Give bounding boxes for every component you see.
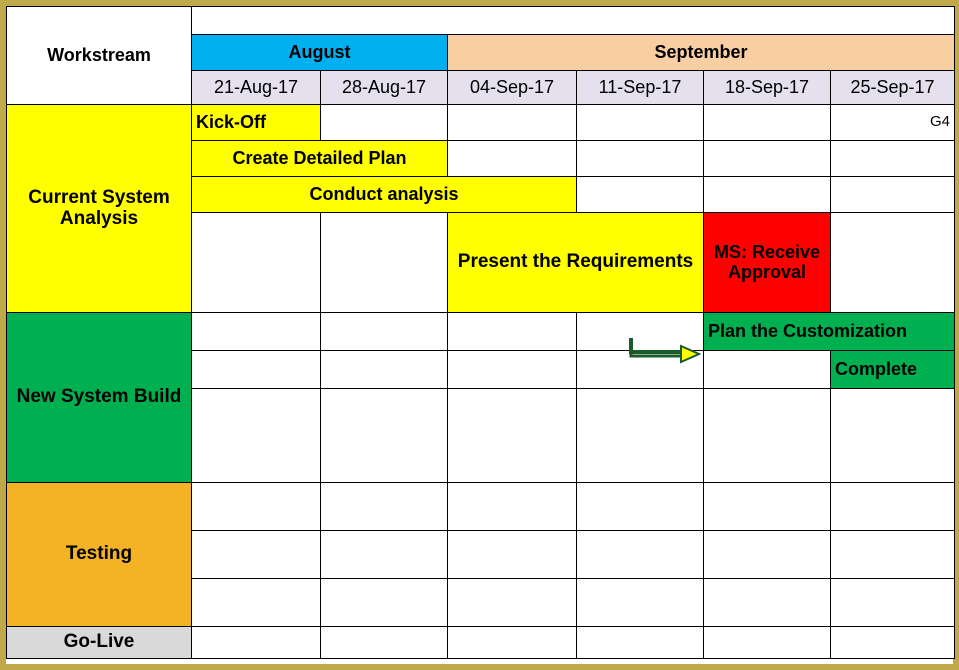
cell-gl-c6 <box>831 641 954 645</box>
cell-t1-c2 <box>321 505 447 509</box>
cell-nb1-c1 <box>192 330 320 334</box>
header-blank-row: Workstream <box>7 7 955 35</box>
date-0: 21-Aug-17 <box>192 76 320 100</box>
cell-nb3-c5 <box>704 434 830 438</box>
cell-t3-c5 <box>704 601 830 605</box>
task-present-req: Present the Requirements <box>448 250 703 275</box>
cell-r1-c4 <box>577 121 703 125</box>
cell-t2-c2 <box>321 553 447 557</box>
workstream-header: Workstream <box>7 44 191 68</box>
cell-r4-c1 <box>192 261 320 265</box>
header-blank <box>192 19 954 23</box>
cell-nb1-c3 <box>448 330 576 334</box>
cell-nb2-c2 <box>321 368 447 372</box>
cell-nb3-c1 <box>192 434 320 438</box>
golive-row: Go-Live <box>7 627 955 659</box>
cell-r3-c5 <box>704 193 830 197</box>
cell-t1-c4 <box>577 505 703 509</box>
cell-t2-c6 <box>831 553 954 557</box>
cell-nb2-c4 <box>577 368 703 372</box>
cell-t2-c3 <box>448 553 576 557</box>
cell-t2-c5 <box>704 553 830 557</box>
task-g4: G4 <box>831 113 954 133</box>
cell-t3-c1 <box>192 601 320 605</box>
cell-r2-c5 <box>704 157 830 161</box>
cell-nb2-c5 <box>704 368 830 372</box>
cell-r1-c3 <box>448 121 576 125</box>
dependency-arrow-icon <box>609 336 701 366</box>
cell-r2-c4 <box>577 157 703 161</box>
cell-r4-c2 <box>321 261 447 265</box>
test-row-1: Testing <box>7 483 955 531</box>
date-4: 18-Sep-17 <box>704 76 830 100</box>
task-conduct-analysis: Conduct analysis <box>192 183 576 207</box>
cell-r1-c2 <box>321 121 447 125</box>
cell-nb2-c3 <box>448 368 576 372</box>
cell-t1-c1 <box>192 505 320 509</box>
date-5: 25-Sep-17 <box>831 76 954 100</box>
cell-t3-c6 <box>831 601 954 605</box>
stream-new-build: New System Build <box>7 385 191 410</box>
gantt-table: Workstream August September 21-Aug-17 28… <box>6 6 955 659</box>
cell-gl-c4 <box>577 641 703 645</box>
task-complete: Complete <box>831 358 954 382</box>
cell-r2-c6 <box>831 157 954 161</box>
cell-r4-c6 <box>831 261 954 265</box>
month-august: August <box>192 41 447 65</box>
cell-t2-c4 <box>577 553 703 557</box>
cell-t1-c5 <box>704 505 830 509</box>
date-1: 28-Aug-17 <box>321 76 447 100</box>
cell-nb1-c2 <box>321 330 447 334</box>
cell-gl-c1 <box>192 641 320 645</box>
nsb-row-1: New System Build Plan the Customization <box>7 313 955 351</box>
task-ms-approval: MS: Receive Approval <box>704 241 830 285</box>
cell-t3-c3 <box>448 601 576 605</box>
task-plan-cust: Plan the Customization <box>704 320 954 344</box>
stream-go-live: Go-Live <box>7 630 191 655</box>
cell-nb3-c6 <box>831 434 954 438</box>
cell-r1-c5 <box>704 121 830 125</box>
month-september: September <box>448 41 954 65</box>
date-3: 11-Sep-17 <box>577 76 703 100</box>
task-kick-off: Kick-Off <box>192 111 320 135</box>
cell-gl-c2 <box>321 641 447 645</box>
cell-nb3-c3 <box>448 434 576 438</box>
cell-t1-c6 <box>831 505 954 509</box>
cell-gl-c3 <box>448 641 576 645</box>
cell-nb3-c2 <box>321 434 447 438</box>
stream-current-analysis: Current System Analysis <box>7 186 191 232</box>
cell-gl-c5 <box>704 641 830 645</box>
task-create-plan: Create Detailed Plan <box>192 147 447 171</box>
cell-t3-c4 <box>577 601 703 605</box>
cell-t1-c3 <box>448 505 576 509</box>
csa-row-1: Current System Analysis Kick-Off G4 <box>7 105 955 141</box>
cell-r2-c3 <box>448 157 576 161</box>
cell-r3-c6 <box>831 193 954 197</box>
stream-testing: Testing <box>7 542 191 567</box>
cell-nb2-c1 <box>192 368 320 372</box>
gantt-frame: Workstream August September 21-Aug-17 28… <box>0 0 959 670</box>
cell-t3-c2 <box>321 601 447 605</box>
cell-t2-c1 <box>192 553 320 557</box>
cell-r3-c4 <box>577 193 703 197</box>
date-2: 04-Sep-17 <box>448 76 576 100</box>
cell-nb3-c4 <box>577 434 703 438</box>
